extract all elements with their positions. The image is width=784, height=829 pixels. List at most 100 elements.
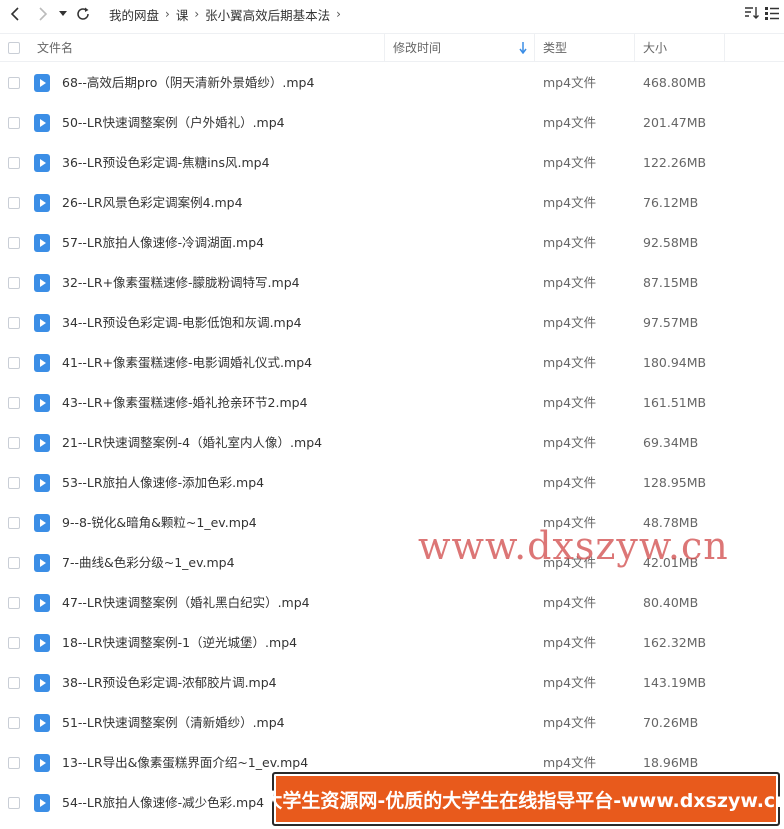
file-name[interactable]: 7--曲线&色彩分级~1_ev.mp4 xyxy=(62,543,235,583)
file-checkbox[interactable] xyxy=(8,117,20,129)
file-name[interactable]: 21--LR快速调整案例-4（婚礼室内人像）.mp4 xyxy=(62,423,322,463)
file-checkbox[interactable] xyxy=(8,437,20,449)
file-row[interactable]: 9--8-锐化&暗角&颗粒~1_ev.mp4 mp4文件 48.78MB xyxy=(0,503,784,543)
file-name[interactable]: 57--LR旅拍人像速修-冷调湖面.mp4 xyxy=(62,223,264,263)
file-checkbox[interactable] xyxy=(8,77,20,89)
file-checkbox[interactable] xyxy=(8,597,20,609)
chevron-left-icon xyxy=(10,7,19,21)
sort-icon xyxy=(745,7,759,19)
file-row[interactable]: 34--LR预设色彩定调-电影低饱和灰调.mp4 mp4文件 97.57MB xyxy=(0,303,784,343)
file-checkbox[interactable] xyxy=(8,557,20,569)
file-row[interactable]: 38--LR预设色彩定调-浓郁胶片调.mp4 mp4文件 143.19MB xyxy=(0,663,784,703)
file-row[interactable]: 26--LR风景色彩定调案例4.mp4 mp4文件 76.12MB xyxy=(0,183,784,223)
caret-down-icon xyxy=(59,11,67,16)
file-checkbox[interactable] xyxy=(8,637,20,649)
file-type: mp4文件 xyxy=(543,675,597,690)
file-name[interactable]: 18--LR快速调整案例-1（逆光城堡）.mp4 xyxy=(62,623,297,663)
file-name[interactable]: 41--LR+像素蛋糕速修-电影调婚礼仪式.mp4 xyxy=(62,343,312,383)
refresh-button[interactable] xyxy=(72,0,94,28)
file-row[interactable]: 43--LR+像素蛋糕速修-婚礼抢亲环节2.mp4 mp4文件 161.51MB xyxy=(0,383,784,423)
file-name[interactable]: 36--LR预设色彩定调-焦糖ins风.mp4 xyxy=(62,143,270,183)
file-size: 87.15MB xyxy=(643,275,699,290)
file-checkbox[interactable] xyxy=(8,397,20,409)
file-row[interactable]: 47--LR快速调整案例（婚礼黑白纪实）.mp4 mp4文件 80.40MB xyxy=(0,583,784,623)
file-size: 201.47MB xyxy=(643,115,707,130)
file-size: 69.34MB xyxy=(643,435,699,450)
video-file-icon xyxy=(34,754,50,772)
file-row[interactable]: 41--LR+像素蛋糕速修-电影调婚礼仪式.mp4 mp4文件 180.94MB xyxy=(0,343,784,383)
video-file-icon xyxy=(34,554,50,572)
breadcrumb-item-root[interactable]: 我的网盘 xyxy=(106,5,162,24)
file-type: mp4文件 xyxy=(543,275,597,290)
file-row[interactable]: 68--高效后期pro（阴天清新外景婚纱）.mp4 mp4文件 468.80MB xyxy=(0,63,784,103)
file-row[interactable]: 32--LR+像素蛋糕速修-朦胧粉调特写.mp4 mp4文件 87.15MB xyxy=(0,263,784,303)
file-checkbox[interactable] xyxy=(8,277,20,289)
breadcrumb-item-current[interactable]: 张小翼高效后期基本法 xyxy=(202,5,333,24)
file-name[interactable]: 34--LR预设色彩定调-电影低饱和灰调.mp4 xyxy=(62,303,302,343)
file-row[interactable]: 57--LR旅拍人像速修-冷调湖面.mp4 mp4文件 92.58MB xyxy=(0,223,784,263)
file-name[interactable]: 50--LR快速调整案例（户外婚礼）.mp4 xyxy=(62,103,285,143)
video-file-icon xyxy=(34,474,50,492)
column-header-size[interactable]: 大小 xyxy=(643,34,667,62)
select-all-checkbox[interactable] xyxy=(8,42,20,54)
history-dropdown-button[interactable] xyxy=(56,0,70,28)
video-file-icon xyxy=(34,634,50,652)
video-file-icon xyxy=(34,434,50,452)
file-checkbox[interactable] xyxy=(8,677,20,689)
file-checkbox[interactable] xyxy=(8,517,20,529)
file-checkbox[interactable] xyxy=(8,757,20,769)
video-file-icon xyxy=(34,274,50,292)
file-name[interactable]: 68--高效后期pro（阴天清新外景婚纱）.mp4 xyxy=(62,63,314,103)
column-divider xyxy=(634,34,635,62)
file-row[interactable]: 36--LR预设色彩定调-焦糖ins风.mp4 mp4文件 122.26MB xyxy=(0,143,784,183)
file-row[interactable]: 51--LR快速调整案例（清新婚纱）.mp4 mp4文件 70.26MB xyxy=(0,703,784,743)
file-name[interactable]: 51--LR快速调整案例（清新婚纱）.mp4 xyxy=(62,703,285,743)
file-name[interactable]: 54--LR旅拍人像速修-减少色彩.mp4 xyxy=(62,783,264,823)
file-name[interactable]: 43--LR+像素蛋糕速修-婚礼抢亲环节2.mp4 xyxy=(62,383,308,423)
file-checkbox[interactable] xyxy=(8,237,20,249)
file-checkbox[interactable] xyxy=(8,197,20,209)
file-checkbox[interactable] xyxy=(8,317,20,329)
file-row[interactable]: 50--LR快速调整案例（户外婚礼）.mp4 mp4文件 201.47MB xyxy=(0,103,784,143)
column-header-modified[interactable]: 修改时间 xyxy=(393,34,441,62)
file-checkbox[interactable] xyxy=(8,797,20,809)
file-type: mp4文件 xyxy=(543,155,597,170)
column-header-name[interactable]: 文件名 xyxy=(37,34,73,62)
sort-desc-arrow-icon xyxy=(519,34,527,62)
file-row[interactable]: 7--曲线&色彩分级~1_ev.mp4 mp4文件 42.01MB xyxy=(0,543,784,583)
file-name[interactable]: 47--LR快速调整案例（婚礼黑白纪实）.mp4 xyxy=(62,583,310,623)
file-type: mp4文件 xyxy=(543,435,597,450)
file-name[interactable]: 26--LR风景色彩定调案例4.mp4 xyxy=(62,183,243,223)
file-name[interactable]: 32--LR+像素蛋糕速修-朦胧粉调特写.mp4 xyxy=(62,263,300,303)
file-checkbox[interactable] xyxy=(8,157,20,169)
file-checkbox[interactable] xyxy=(8,357,20,369)
file-type: mp4文件 xyxy=(543,635,597,650)
video-file-icon xyxy=(34,594,50,612)
file-checkbox[interactable] xyxy=(8,477,20,489)
forward-button[interactable] xyxy=(32,0,54,28)
file-name[interactable]: 53--LR旅拍人像速修-添加色彩.mp4 xyxy=(62,463,264,503)
file-row[interactable]: 21--LR快速调整案例-4（婚礼室内人像）.mp4 mp4文件 69.34MB xyxy=(0,423,784,463)
file-row[interactable]: 53--LR旅拍人像速修-添加色彩.mp4 mp4文件 128.95MB xyxy=(0,463,784,503)
file-size: 76.12MB xyxy=(643,195,699,210)
list-view-icon xyxy=(765,7,779,20)
file-checkbox[interactable] xyxy=(8,717,20,729)
video-file-icon xyxy=(34,354,50,372)
breadcrumb-separator-icon: › xyxy=(194,7,200,21)
sort-button[interactable] xyxy=(744,5,760,25)
view-mode-button[interactable] xyxy=(764,5,780,25)
back-button[interactable] xyxy=(4,0,26,28)
file-name[interactable]: 38--LR预设色彩定调-浓郁胶片调.mp4 xyxy=(62,663,277,703)
breadcrumb: 我的网盘 › 课 › 张小翼高效后期基本法 › xyxy=(106,5,344,24)
file-type: mp4文件 xyxy=(543,595,597,610)
video-file-icon xyxy=(34,314,50,332)
column-header-type[interactable]: 类型 xyxy=(543,34,567,62)
file-row[interactable]: 18--LR快速调整案例-1（逆光城堡）.mp4 mp4文件 162.32MB xyxy=(0,623,784,663)
video-file-icon xyxy=(34,154,50,172)
file-name[interactable]: 9--8-锐化&暗角&颗粒~1_ev.mp4 xyxy=(62,503,257,543)
column-divider xyxy=(534,34,535,62)
file-size: 143.19MB xyxy=(643,675,707,690)
breadcrumb-item-course[interactable]: 课 xyxy=(173,5,192,24)
video-file-icon xyxy=(34,194,50,212)
video-file-icon xyxy=(34,674,50,692)
